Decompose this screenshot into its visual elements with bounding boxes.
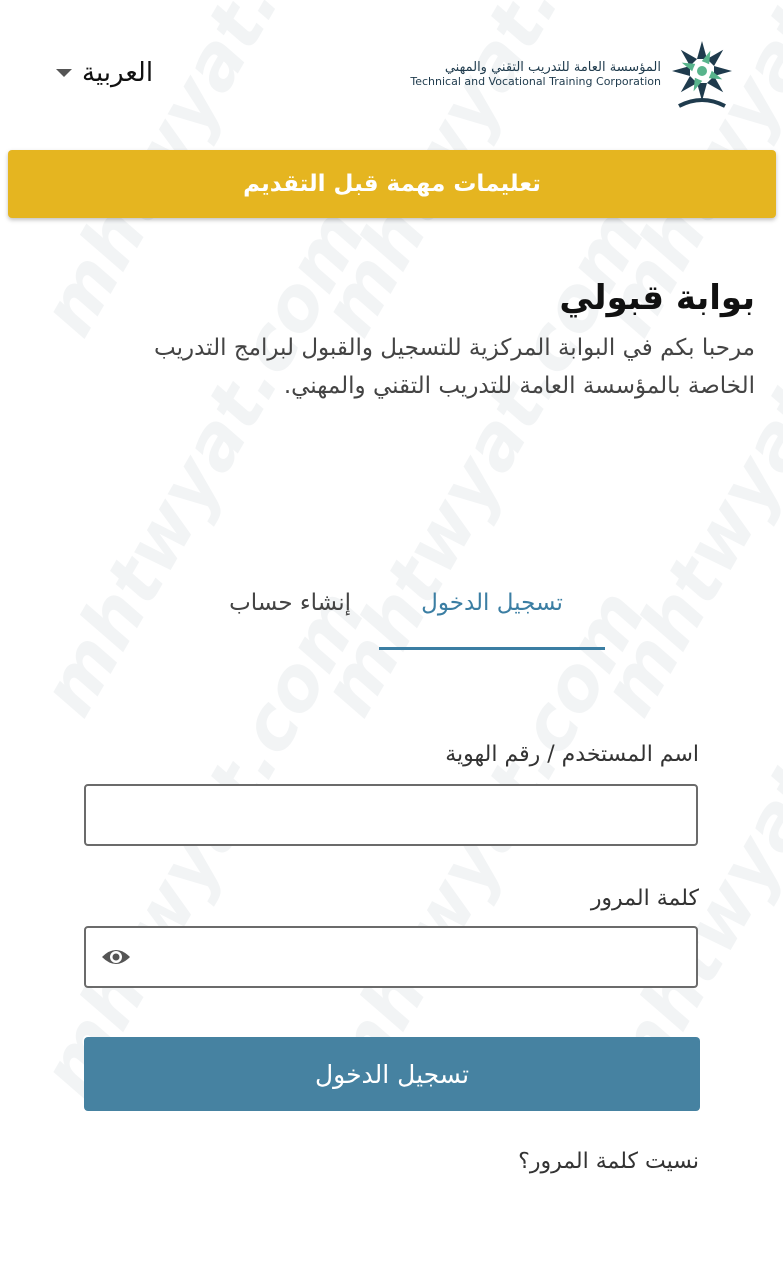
tab-create-account[interactable]: إنشاء حساب [229,590,351,616]
tvtc-star-logo-icon [672,41,732,108]
forgot-password-link[interactable]: نسيت كلمة المرور؟ [518,1149,699,1174]
banner-label: تعليمات مهمة قبل التقديم [243,171,541,197]
caret-down-icon [56,69,72,77]
login-button-label: تسجيل الدخول [314,1059,470,1089]
tab-login[interactable]: تسجيل الدخول [379,590,605,616]
org-logo: المؤسسة العامة للتدريب التقني والمهني Te… [410,38,735,112]
page-title: بوابة قبولي [559,278,755,318]
language-label: العربية [82,58,154,88]
important-instructions-banner[interactable]: تعليمات مهمة قبل التقديم [8,150,776,218]
language-selector[interactable]: العربية [56,58,153,88]
org-name-en: Technical and Vocational Training Corpor… [410,75,661,89]
password-input[interactable] [84,926,698,988]
username-label: اسم المستخدم / رقم الهوية [445,742,699,767]
org-name-ar: المؤسسة العامة للتدريب التقني والمهني [444,60,661,76]
org-name: المؤسسة العامة للتدريب التقني والمهني Te… [410,60,661,89]
username-input[interactable] [84,784,698,846]
password-label: كلمة المرور [590,886,699,911]
login-button[interactable]: تسجيل الدخول [84,1037,700,1111]
auth-tabs: تسجيل الدخول إنشاء حساب [0,590,783,654]
eye-icon[interactable] [100,945,132,969]
active-tab-indicator [379,647,605,650]
welcome-text: مرحبا بكم في البوابة المركزية للتسجيل وا… [154,335,755,399]
